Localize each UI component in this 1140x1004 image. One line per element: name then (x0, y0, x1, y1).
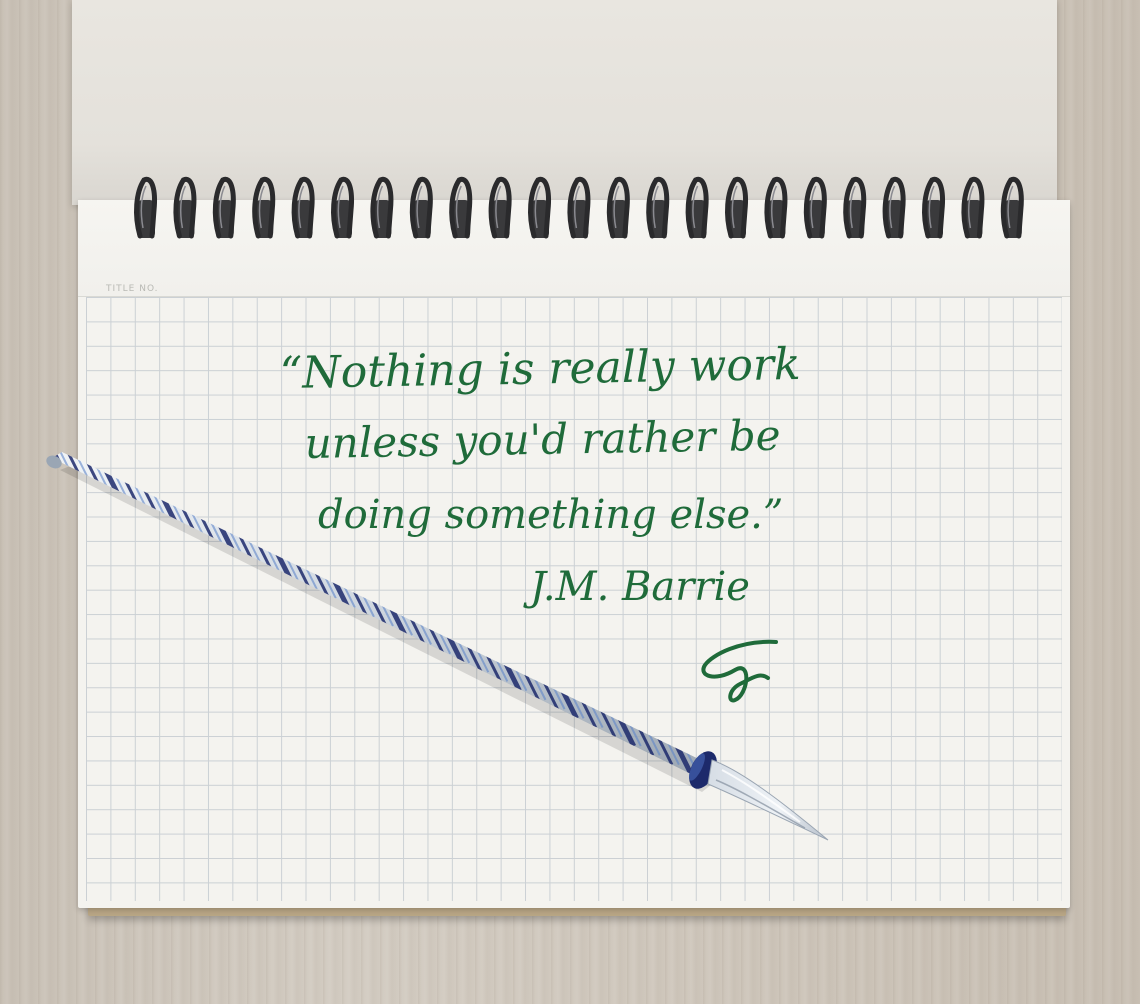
desk-surface: TITLE NO. “Nothing is really work unless… (0, 0, 1140, 1004)
pen-nib (707, 759, 829, 841)
glass-dip-pen[interactable] (0, 0, 1140, 1004)
